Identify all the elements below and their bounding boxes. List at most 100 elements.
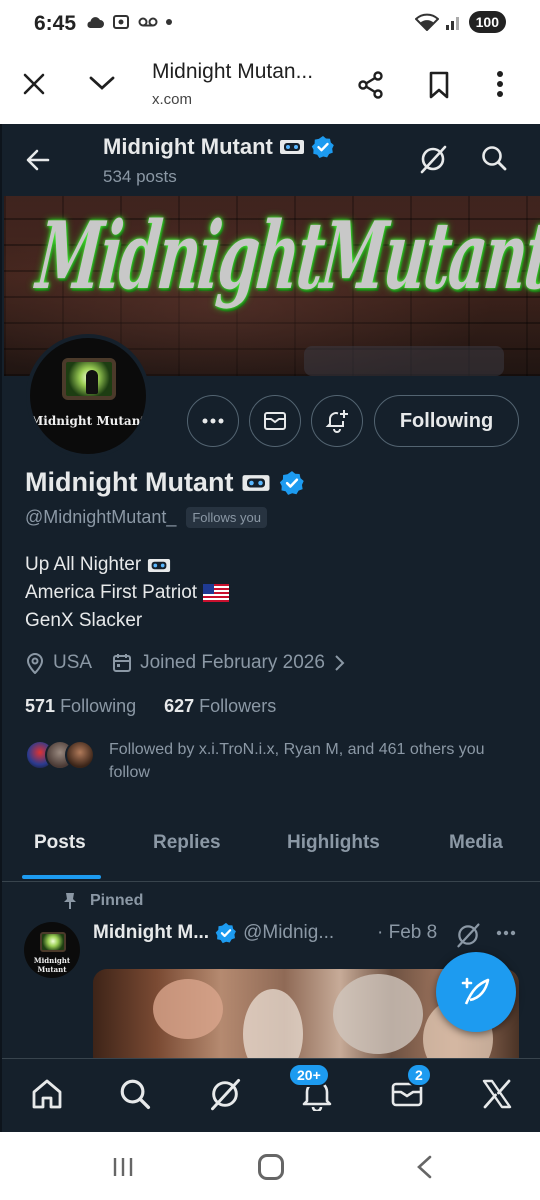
post-count: 534 posts <box>103 167 177 186</box>
compose-feather-icon <box>461 977 490 1005</box>
join-date-text: Joined February 2026 <box>140 652 325 673</box>
profile-meta: USA Joined February 2026 <box>25 652 365 674</box>
avatar-image: Midnight Mutant <box>30 338 146 454</box>
back-arrow-icon[interactable] <box>24 146 52 174</box>
bottom-navigation: 20+ 2 <box>2 1058 540 1132</box>
home-button[interactable] <box>258 1154 284 1180</box>
more-horizontal-icon[interactable] <box>496 930 516 936</box>
post-author-handle: @Midnig... <box>243 922 335 943</box>
vhs-tape-icon <box>148 558 171 572</box>
notification-icons <box>86 14 172 30</box>
page-url: x.com <box>152 91 193 108</box>
wifi-icon <box>414 13 439 31</box>
post-header: Midnight M... @Midnig... · Feb 8 <box>93 922 453 944</box>
profile-avatar[interactable]: Midnight Mutant <box>26 334 150 458</box>
notify-button[interactable] <box>311 395 363 447</box>
pinned-label: Pinned <box>90 892 144 909</box>
home-icon[interactable] <box>30 1077 64 1111</box>
tv-illustration <box>62 358 116 400</box>
grok-icon[interactable] <box>418 144 448 174</box>
handle: @MidnightMutant_ <box>25 507 177 527</box>
follow-counts: 571 Following 627 Followers <box>25 696 276 717</box>
display-name-text: Midnight Mutant <box>25 467 234 497</box>
bio: Up All Nighter America First Patriot Gen… <box>25 551 230 635</box>
followed-by-text: Followed by x.i.TroN.i.x, Ryan M, and 46… <box>109 741 485 781</box>
following-button[interactable]: Following <box>374 395 519 447</box>
page-title: Midnight Mutan... <box>152 60 314 83</box>
join-date[interactable]: Joined February 2026 <box>112 652 345 674</box>
explore-search-icon[interactable] <box>118 1077 152 1111</box>
bio-line: Up All Nighter <box>25 551 229 579</box>
followers-label: Followers <box>199 696 277 716</box>
bio-line: America First Patriot <box>25 579 230 607</box>
more-options-button[interactable] <box>187 395 239 447</box>
recent-apps-icon[interactable] <box>112 1156 134 1178</box>
bio-line-text: GenX Slacker <box>25 610 143 631</box>
profile-page: Midnight Mutant 534 posts MidnightMutant… <box>0 124 540 1132</box>
voicemail-icon <box>138 17 158 27</box>
post-date[interactable]: · Feb 8 <box>377 922 437 944</box>
followers-count-link[interactable]: 627 Followers <box>164 696 276 717</box>
cloud-icon <box>87 17 104 28</box>
avatar <box>65 740 95 770</box>
handle-row: @MidnightMutant_ Follows you <box>25 507 267 528</box>
pin-icon <box>64 893 76 909</box>
bell-plus-icon <box>325 410 348 433</box>
post-author-avatar[interactable]: Midnight Mutant <box>24 922 80 978</box>
bio-line-text: America First Patriot <box>25 582 198 603</box>
follows-you-badge: Follows you <box>186 507 267 528</box>
clock: 6:45 <box>34 12 77 35</box>
verified-badge-icon[interactable] <box>279 470 305 496</box>
screenshot-icon <box>113 15 129 29</box>
messages-badge: 2 <box>406 1063 432 1087</box>
bookmark-icon[interactable] <box>427 70 451 100</box>
avatar-logo-text: Midnight Mutant <box>30 414 146 428</box>
followed-by-avatars <box>25 740 105 772</box>
message-button[interactable] <box>249 395 301 447</box>
verified-badge-icon <box>215 922 236 944</box>
post-author-name[interactable]: Midnight M... <box>93 922 209 944</box>
media-detail <box>153 979 223 1039</box>
grok-icon[interactable] <box>208 1077 242 1111</box>
calendar-icon <box>113 654 132 672</box>
nav-name-text: Midnight Mutant <box>103 134 273 159</box>
tab-media[interactable]: Media <box>449 832 503 854</box>
mail-icon <box>264 412 286 430</box>
x-logo-icon[interactable] <box>480 1077 514 1111</box>
bio-line-text: Up All Nighter <box>25 554 142 575</box>
share-icon[interactable] <box>356 70 386 100</box>
tab-replies[interactable]: Replies <box>153 832 221 854</box>
us-flag-icon <box>203 584 230 602</box>
vhs-tape-icon <box>242 474 270 491</box>
system-status-bar: 6:45 100 <box>0 0 540 48</box>
custom-tab-toolbar: Midnight Mutan... x.com <box>0 48 540 124</box>
vhs-tape-icon <box>279 140 304 154</box>
tv-figure <box>86 370 98 394</box>
grok-icon[interactable] <box>455 922 481 948</box>
close-icon[interactable] <box>22 72 46 96</box>
profile-top-nav: Midnight Mutant 534 posts <box>2 124 540 196</box>
signal-icon <box>445 17 459 30</box>
compose-post-button[interactable] <box>436 952 516 1032</box>
bio-line: GenX Slacker <box>25 607 229 635</box>
banner-graffiti <box>304 346 504 376</box>
media-detail <box>333 974 423 1054</box>
following-count-link[interactable]: 571 Following <box>25 696 136 717</box>
location-text: USA <box>53 652 93 673</box>
tab-posts[interactable]: Posts <box>34 832 86 854</box>
tab-highlights[interactable]: Highlights <box>287 832 380 854</box>
display-name: Midnight Mutant <box>25 467 305 498</box>
verified-badge-icon <box>311 136 334 158</box>
search-icon[interactable] <box>480 144 508 172</box>
chevron-down-icon[interactable] <box>88 74 116 92</box>
nav-display-name: Midnight Mutant <box>103 134 335 160</box>
notifications-badge: 20+ <box>288 1063 330 1087</box>
battery-indicator: 100 <box>468 11 506 33</box>
active-tab-indicator <box>22 875 101 879</box>
more-vertical-icon[interactable] <box>496 70 504 98</box>
more-horizontal-icon <box>202 418 224 424</box>
back-icon[interactable] <box>414 1154 434 1180</box>
following-count: 571 <box>25 696 56 716</box>
profile-tabs: Posts Replies Highlights Media <box>2 824 540 882</box>
location-pin-icon <box>26 653 44 674</box>
